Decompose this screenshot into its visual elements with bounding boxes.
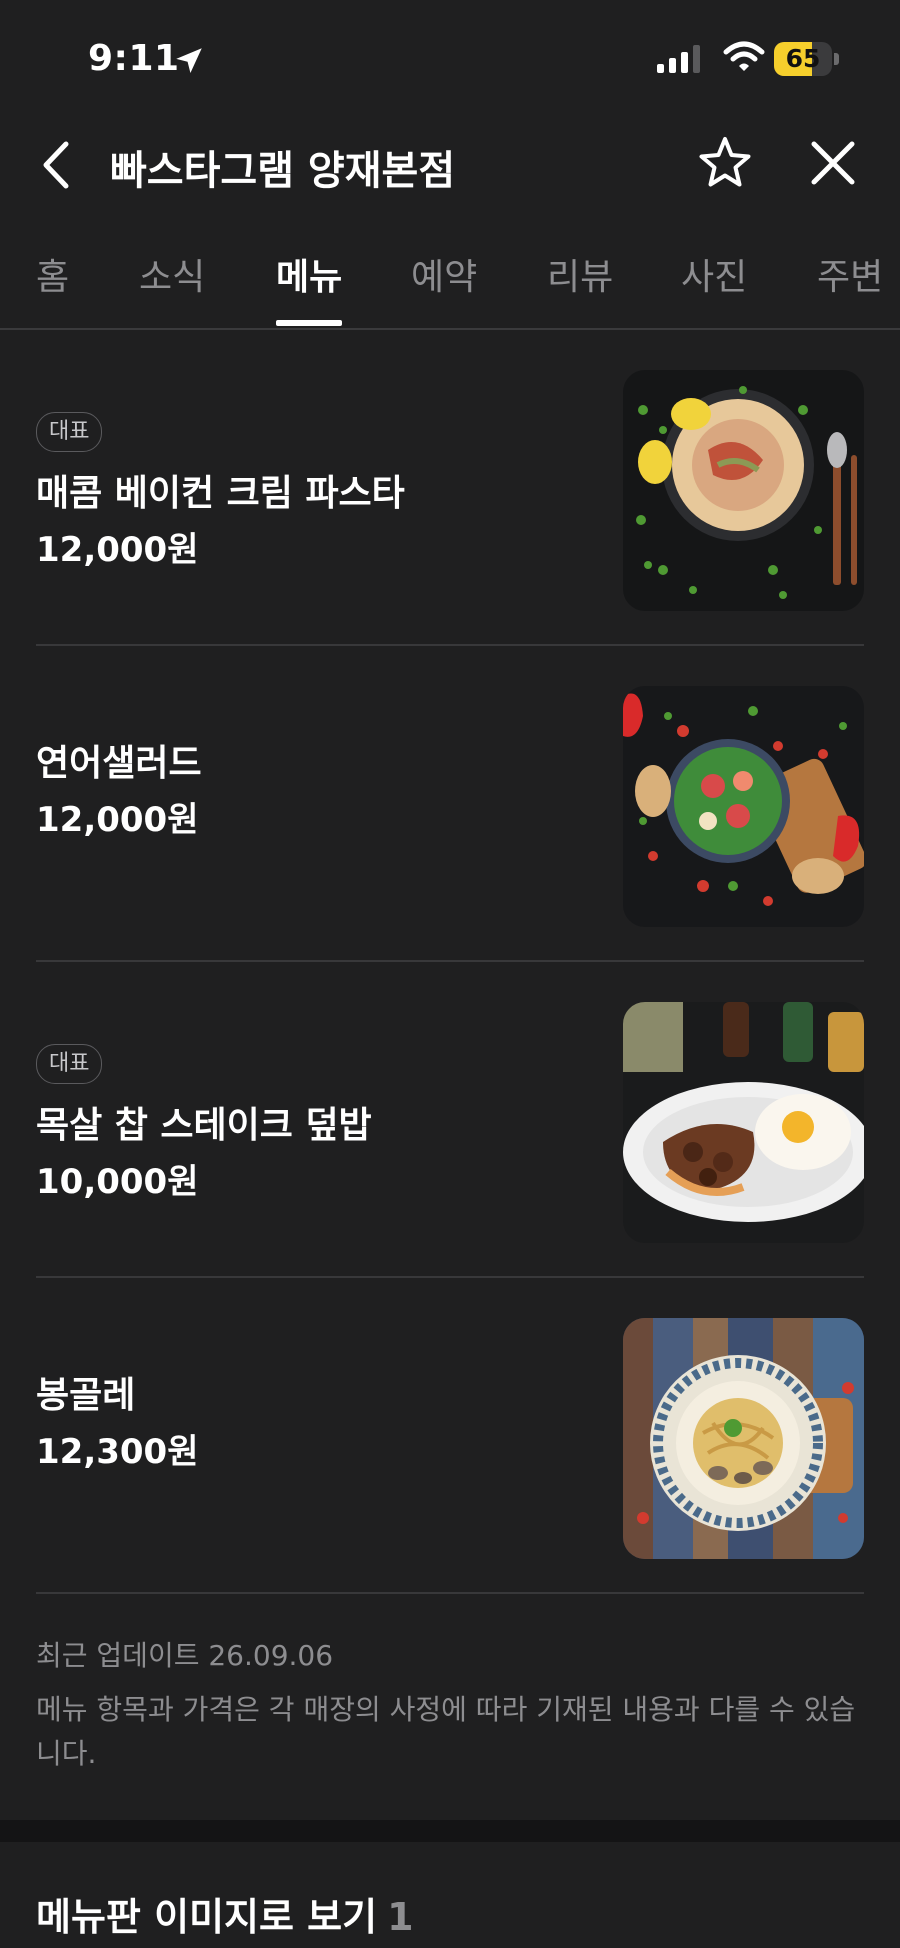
tab-menu[interactable]: 메뉴 — [276, 248, 342, 300]
menu-item[interactable]: 대표 목살 찹 스테이크 덮밥 10,000원 — [36, 962, 864, 1278]
menu-item-photo — [623, 370, 864, 611]
top-bar: 빠스타그램 양재본점 — [0, 110, 900, 220]
wifi-icon — [723, 41, 765, 71]
close-icon[interactable] — [808, 138, 858, 188]
menu-item-name: 연어샐러드 — [36, 743, 202, 784]
item-divider — [36, 1592, 864, 1594]
status-time: 9:11 — [88, 38, 180, 79]
battery-indicator: 65 — [774, 42, 840, 78]
update-notice: 최근 업데이트 26.09.06 메뉴 항목과 가격은 각 매장의 사정에 따라… — [36, 1634, 864, 1776]
battery-percentage: 65 — [785, 44, 821, 73]
last-updated-text: 최근 업데이트 26.09.06 — [36, 1639, 334, 1672]
tab-reviews[interactable]: 리뷰 — [547, 248, 613, 300]
signature-badge: 대표 — [36, 1044, 103, 1084]
tab-bar: 홈 소식 메뉴 예약 리뷰 사진 주변 — [0, 234, 900, 330]
menu-item-name: 매콤 베이컨 크림 파스타 — [36, 473, 405, 514]
cellular-signal-icon — [657, 45, 700, 73]
menu-board-title: 메뉴판 이미지로 보기 — [36, 1895, 378, 1939]
signature-badge: 대표 — [36, 412, 103, 452]
menu-item-price: 10,000원 — [36, 1162, 199, 1202]
location-arrow-icon — [176, 48, 202, 74]
section-divider — [0, 1820, 900, 1842]
menu-item-name: 목살 찹 스테이크 덮밥 — [36, 1105, 372, 1146]
menu-item-price: 12,300원 — [36, 1432, 199, 1472]
menu-board-count: 1 — [387, 1895, 414, 1939]
status-bar: 9:11 65 — [0, 0, 900, 110]
favorite-star-icon[interactable] — [696, 134, 754, 192]
menu-item-photo — [623, 1318, 864, 1559]
price-disclaimer-text: 메뉴 항목과 가격은 각 매장의 사정에 따라 기재된 내용과 다를 수 있습니… — [36, 1693, 856, 1770]
menu-item[interactable]: 연어샐러드 12,000원 — [36, 646, 864, 962]
back-chevron-icon[interactable] — [36, 138, 80, 192]
menu-item-photo — [623, 1002, 864, 1243]
page-title: 빠스타그램 양재본점 — [110, 148, 456, 194]
tab-news[interactable]: 소식 — [139, 248, 205, 300]
menu-item-price: 12,000원 — [36, 800, 199, 840]
menu-item-name: 봉골레 — [36, 1375, 136, 1416]
menu-board-link[interactable]: 메뉴판 이미지로 보기 1 — [36, 1886, 414, 1941]
menu-item-price: 12,000원 — [36, 530, 199, 570]
tab-home[interactable]: 홈 — [36, 248, 69, 300]
tab-nearby[interactable]: 주변 — [817, 248, 883, 300]
menu-item[interactable]: 대표 매콤 베이컨 크림 파스타 12,000원 — [36, 330, 864, 646]
menu-item-photo — [623, 686, 864, 927]
menu-item[interactable]: 봉골레 12,300원 — [36, 1278, 864, 1594]
tab-photos[interactable]: 사진 — [681, 248, 747, 300]
tab-reservation[interactable]: 예약 — [411, 248, 477, 300]
active-tab-indicator — [276, 320, 342, 326]
